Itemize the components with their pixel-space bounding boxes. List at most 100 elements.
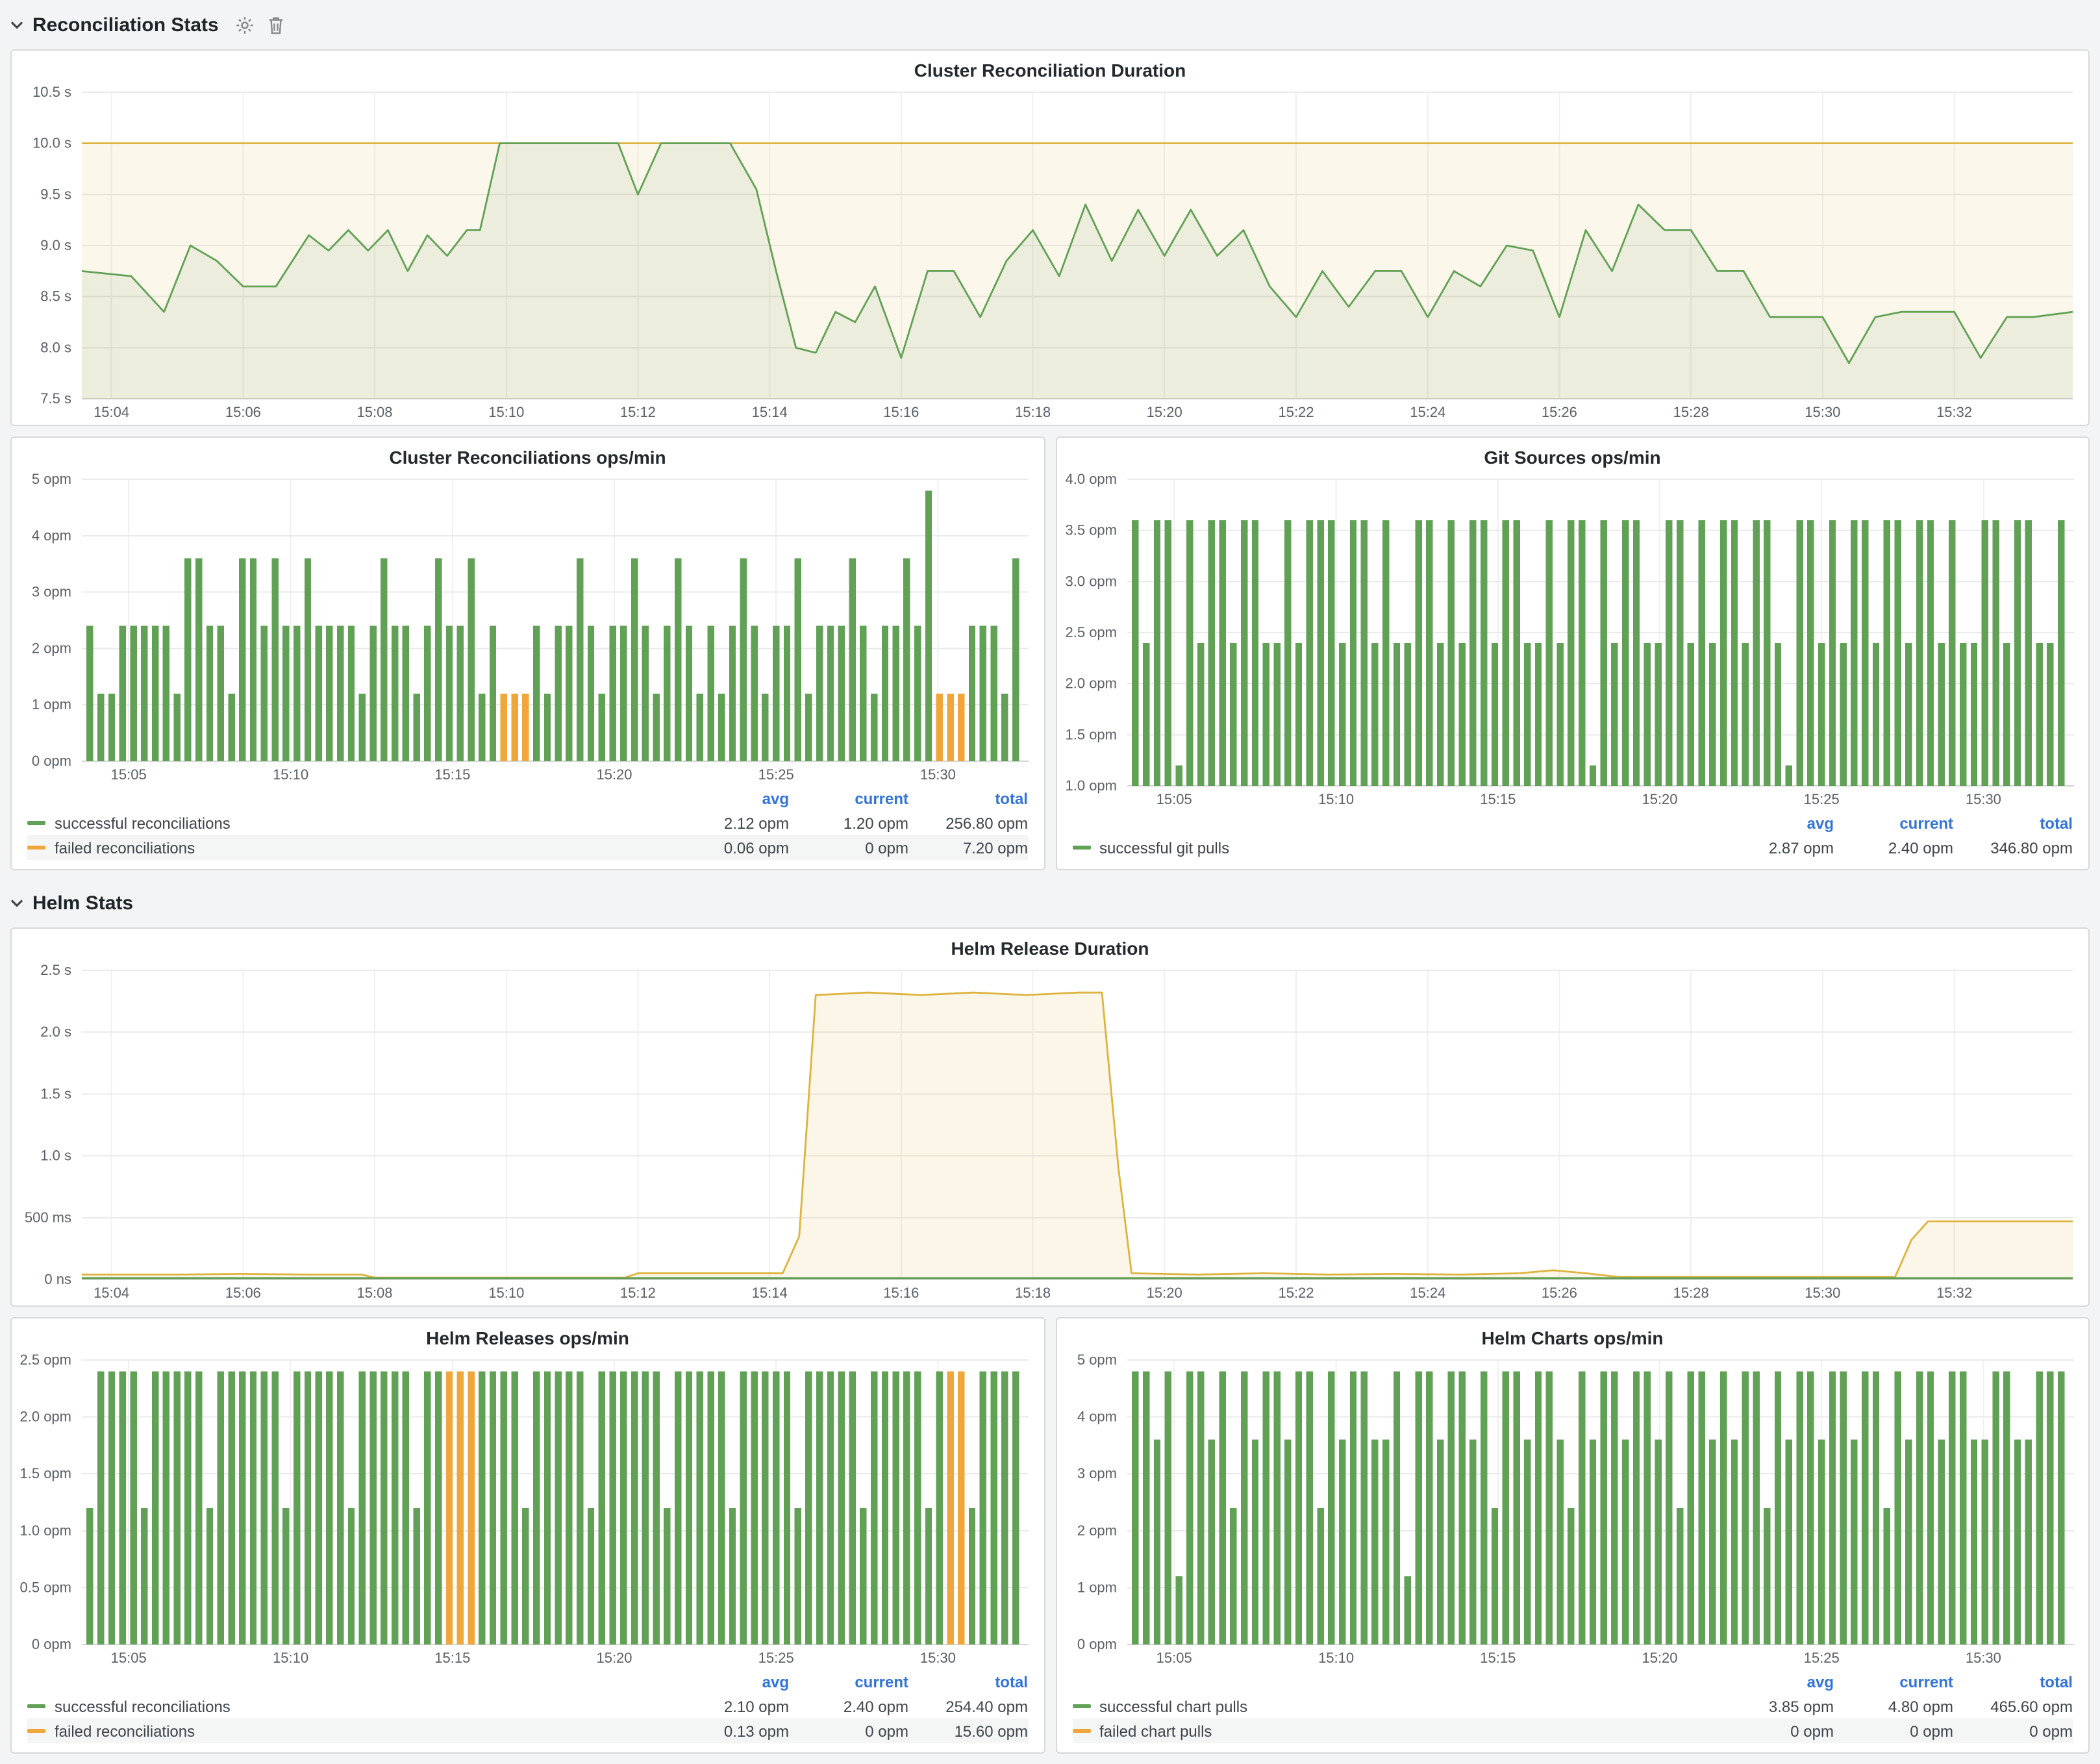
svg-text:500 ms: 500 ms	[25, 1209, 71, 1226]
svg-text:15:32: 15:32	[1936, 1285, 1972, 1301]
panel-git-sources-opm: Git Sources ops/min 4.0 opm3.5 opm3.0 op…	[1055, 436, 2090, 870]
legend-item-successful-reconciliations[interactable]: successful reconciliations	[27, 814, 669, 832]
legend-col-current[interactable]: current	[1834, 814, 1953, 833]
legend-item-failed-chart-pulls[interactable]: failed chart pulls	[1072, 1722, 1714, 1740]
svg-text:15:10: 15:10	[1318, 1650, 1353, 1666]
svg-text:15:14: 15:14	[752, 1285, 788, 1301]
svg-text:15:22: 15:22	[1278, 1285, 1314, 1301]
svg-text:2 opm: 2 opm	[32, 640, 71, 656]
legend-row: failed reconciliations 0.06 opm 0 opm 7.…	[27, 835, 1028, 860]
svg-text:15:20: 15:20	[1641, 791, 1677, 807]
svg-text:15:10: 15:10	[273, 1650, 308, 1666]
panel-cluster-reconciliations-opm: Cluster Reconciliations ops/min 5 opm4 o…	[10, 436, 1045, 870]
svg-text:1.5 opm: 1.5 opm	[1065, 726, 1117, 742]
legend-col-total[interactable]: total	[1953, 814, 2073, 833]
section-header-reconciliation-stats[interactable]: Reconciliation Stats	[10, 10, 2090, 39]
svg-text:15:04: 15:04	[94, 1285, 129, 1301]
legend-item-successful-chart-pulls[interactable]: successful chart pulls	[1072, 1697, 1714, 1715]
legend-col-total[interactable]: total	[908, 790, 1028, 808]
legend-current-value: 2.40 opm	[789, 1697, 908, 1715]
legend-col-current[interactable]: current	[1834, 1673, 1953, 1691]
svg-text:15:05: 15:05	[1156, 791, 1192, 807]
legend-col-avg[interactable]: avg	[1714, 814, 1834, 833]
svg-text:15:10: 15:10	[488, 404, 524, 420]
svg-text:15:28: 15:28	[1673, 1285, 1709, 1301]
legend: avg current total successful chart pulls…	[1056, 1670, 2088, 1752]
legend-row: successful chart pulls 3.85 opm 4.80 opm…	[1072, 1694, 2073, 1719]
series-swatch-green	[1072, 1704, 1090, 1708]
panel-helm-charts-opm: Helm Charts ops/min 5 opm4 opm3 opm2 opm…	[1055, 1317, 2090, 1754]
legend-avg-value: 0.13 opm	[669, 1722, 789, 1740]
svg-text:15:05: 15:05	[1156, 1650, 1192, 1666]
legend-row: successful git pulls 2.87 opm 2.40 opm 3…	[1072, 835, 2073, 860]
svg-text:15:08: 15:08	[356, 404, 392, 420]
legend-col-total[interactable]: total	[908, 1673, 1028, 1691]
gear-icon[interactable]	[236, 15, 255, 34]
legend-row: successful reconciliations 2.10 opm 2.40…	[27, 1694, 1028, 1719]
svg-text:2.0 s: 2.0 s	[40, 1024, 71, 1040]
svg-text:15:20: 15:20	[596, 1650, 632, 1666]
svg-text:15:30: 15:30	[1805, 404, 1840, 420]
svg-text:15:30: 15:30	[920, 1650, 956, 1666]
svg-text:15:05: 15:05	[111, 766, 147, 783]
svg-text:2.0 opm: 2.0 opm	[20, 1409, 72, 1425]
section-header-helm-stats[interactable]: Helm Stats	[10, 888, 2090, 917]
legend-item-failed-reconciliations[interactable]: failed reconciliations	[27, 838, 669, 857]
legend: avg current total successful reconciliat…	[12, 787, 1044, 869]
series-swatch-orange	[1072, 1729, 1090, 1733]
legend-item-successful-reconciliations[interactable]: successful reconciliations	[27, 1697, 669, 1715]
svg-text:4.0 opm: 4.0 opm	[1065, 471, 1117, 487]
svg-text:15:25: 15:25	[758, 1650, 794, 1666]
svg-text:15:20: 15:20	[1641, 1650, 1677, 1666]
dashboard: Reconciliation Stats Cluster Reconciliat…	[0, 0, 2100, 1764]
svg-text:15:30: 15:30	[1965, 1650, 2001, 1666]
panel-title[interactable]: Helm Releases ops/min	[12, 1318, 1044, 1351]
cluster-reconciliation-duration-chart[interactable]: 10.5 s10.0 s9.5 s9.0 s8.5 s8.0 s7.5 s15:…	[12, 83, 2088, 425]
svg-text:1.0 opm: 1.0 opm	[1065, 777, 1117, 794]
panel-helm-releases-opm: Helm Releases ops/min 2.5 opm2.0 opm1.5 …	[10, 1317, 1045, 1754]
legend-item-successful-git-pulls[interactable]: successful git pulls	[1072, 838, 1714, 857]
legend-col-avg[interactable]: avg	[669, 1673, 789, 1691]
legend-avg-value: 2.87 opm	[1714, 838, 1834, 857]
panel-title[interactable]: Cluster Reconciliation Duration	[12, 51, 2088, 83]
helm-releases-opm-chart[interactable]: 2.5 opm2.0 opm1.5 opm1.0 opm0.5 opm0 opm…	[12, 1351, 1044, 1670]
panel-title[interactable]: Helm Release Duration	[12, 929, 2088, 961]
legend-row: failed chart pulls 0 opm 0 opm 0 opm	[1072, 1719, 2073, 1743]
legend-col-avg[interactable]: avg	[669, 790, 789, 808]
svg-text:1 opm: 1 opm	[1077, 1579, 1116, 1595]
helm-charts-opm-chart[interactable]: 5 opm4 opm3 opm2 opm1 opm0 opm15:0515:10…	[1056, 1351, 2088, 1670]
svg-text:15:15: 15:15	[1479, 791, 1515, 807]
svg-text:5 opm: 5 opm	[32, 471, 71, 487]
series-swatch-orange	[27, 1729, 45, 1733]
section-title: Helm Stats	[32, 892, 133, 914]
trash-icon[interactable]	[268, 15, 285, 34]
panel-cluster-reconciliation-duration: Cluster Reconciliation Duration 10.5 s10…	[10, 49, 2090, 426]
svg-text:15:26: 15:26	[1542, 1285, 1577, 1301]
svg-text:0.5 opm: 0.5 opm	[20, 1579, 72, 1595]
panel-title[interactable]: Cluster Reconciliations ops/min	[12, 438, 1044, 470]
legend-current-value: 4.80 opm	[1834, 1697, 1953, 1715]
legend-current-value: 1.20 opm	[789, 814, 908, 832]
svg-text:3.5 opm: 3.5 opm	[1065, 522, 1117, 538]
svg-text:15:10: 15:10	[1318, 791, 1353, 807]
legend-col-total[interactable]: total	[1953, 1673, 2073, 1691]
git-sources-opm-chart[interactable]: 4.0 opm3.5 opm3.0 opm2.5 opm2.0 opm1.5 o…	[1056, 470, 2088, 812]
legend-item-failed-reconciliations[interactable]: failed reconciliations	[27, 1722, 669, 1740]
chevron-down-icon	[10, 20, 23, 29]
svg-text:15:20: 15:20	[1147, 404, 1182, 420]
legend-col-avg[interactable]: avg	[1714, 1673, 1834, 1691]
legend-avg-value: 2.10 opm	[669, 1697, 789, 1715]
svg-text:15:24: 15:24	[1410, 1285, 1445, 1301]
svg-text:8.0 s: 8.0 s	[40, 339, 71, 355]
legend-total-value: 15.60 opm	[908, 1722, 1028, 1740]
svg-text:15:30: 15:30	[920, 766, 956, 783]
legend-col-current[interactable]: current	[789, 790, 908, 808]
chevron-down-icon	[10, 898, 23, 907]
panel-title[interactable]: Git Sources ops/min	[1056, 438, 2088, 470]
svg-text:15:05: 15:05	[111, 1650, 147, 1666]
panel-title[interactable]: Helm Charts ops/min	[1056, 1318, 2088, 1351]
cluster-reconciliations-opm-chart[interactable]: 5 opm4 opm3 opm2 opm1 opm0 opm15:0515:10…	[12, 470, 1044, 787]
legend-col-current[interactable]: current	[789, 1673, 908, 1691]
legend-current-value: 0 opm	[1834, 1722, 1953, 1740]
helm-release-duration-chart[interactable]: 2.5 s2.0 s1.5 s1.0 s500 ms0 ns15:0415:06…	[12, 961, 2088, 1305]
